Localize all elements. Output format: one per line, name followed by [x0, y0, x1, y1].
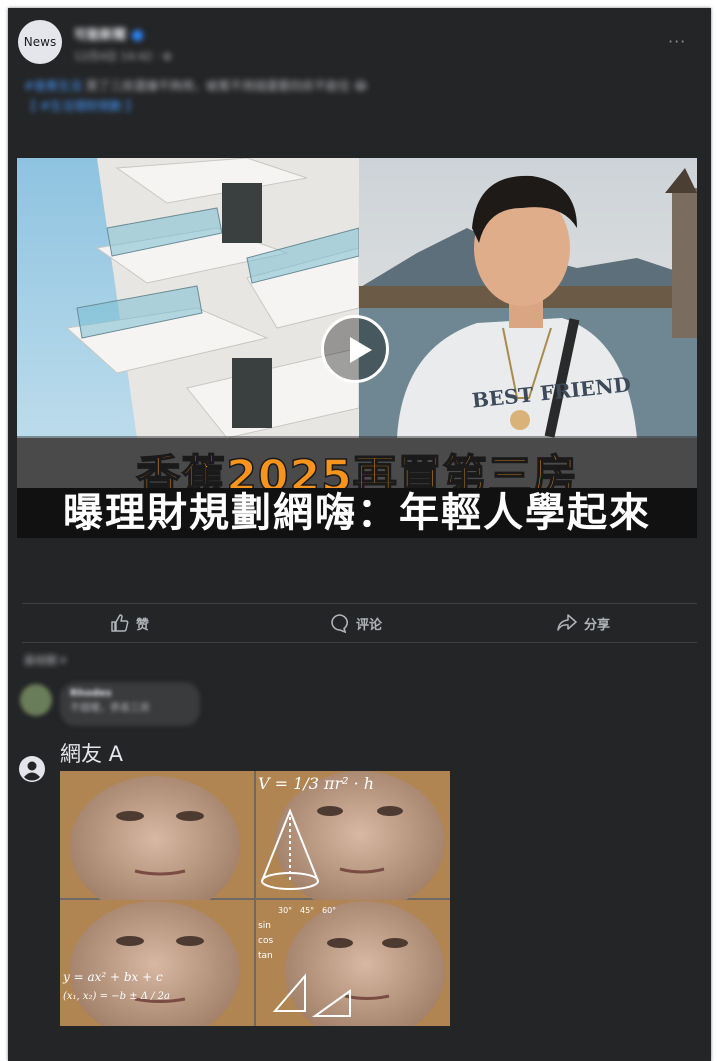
verified-badge-icon [132, 30, 144, 41]
avatar-label: News [23, 35, 57, 49]
page-avatar[interactable]: News [18, 20, 62, 64]
formula-roots: (x₁, x₂) = −b ± Δ / 2a [63, 991, 170, 1002]
angle-60: 60° [322, 906, 336, 915]
comment-button[interactable]: 评论 [330, 612, 382, 634]
like-button[interactable]: 赞 [110, 612, 149, 634]
comment-sort-dropdown[interactable]: 最相關 ▾ [24, 652, 66, 668]
play-button[interactable] [321, 315, 389, 383]
commenter-avatar[interactable] [20, 684, 52, 716]
confused-math-meme: V = 1/3 πr² · h y = ax² + bx + c (x₁, x₂… [60, 771, 450, 1026]
page-name[interactable]: 可能新聞 [74, 24, 144, 43]
share-label: 分享 [584, 617, 611, 633]
blurred-comment-text: 不錯喔，恭喜三房 [70, 703, 150, 714]
commenter-name[interactable]: 網友 A [60, 738, 123, 768]
share-arrow-icon [557, 614, 577, 631]
more-options-icon[interactable]: ··· [668, 32, 686, 51]
like-label: 赞 [136, 617, 150, 633]
formula-cone: V = 1/3 πr² · h [258, 774, 374, 793]
post-caption: #香蕉生活 買了三房還嫌不夠用，被罵不用錢還要四房不能住 😂 【 #生活理財規劃… [24, 76, 544, 116]
thumbs-up-icon [111, 614, 129, 632]
comment-bubble-icon [331, 614, 348, 633]
angle-45: 45° [300, 906, 314, 915]
meme-image[interactable]: V = 1/3 πr² · h y = ax² + bx + c (x₁, x₂… [60, 771, 450, 1026]
blurred-comment-name[interactable]: Rhodes [70, 688, 190, 699]
caption-more[interactable]: 【 #生活理財規劃 】 [24, 99, 138, 113]
divider [22, 642, 697, 643]
divider [22, 603, 697, 604]
page-name-text[interactable]: 可能新聞 [74, 28, 126, 43]
video-headline-2: 曝理財規劃網嗨：年輕人學起來 [17, 488, 697, 538]
angle-30: 30° [278, 906, 292, 915]
trig-cos: cos [258, 936, 273, 946]
comment-label: 评论 [356, 617, 383, 633]
trig-tan: tan [258, 951, 273, 961]
user-avatar-icon[interactable] [18, 755, 46, 783]
formula-quadratic: y = ax² + bx + c [62, 970, 163, 984]
blurred-comment: Rhodes 不錯喔，恭喜三房 [60, 682, 200, 726]
post-timestamp[interactable]: 12月4日 14:42 · ⊕ [74, 48, 172, 64]
share-button[interactable]: 分享 [556, 612, 610, 634]
caption-hashtag[interactable]: #香蕉生活 [24, 79, 82, 93]
caption-text: 買了三房還嫌不夠用，被罵不用錢還要四房不能住 😂 [85, 79, 368, 93]
trig-sin: sin [258, 921, 271, 931]
